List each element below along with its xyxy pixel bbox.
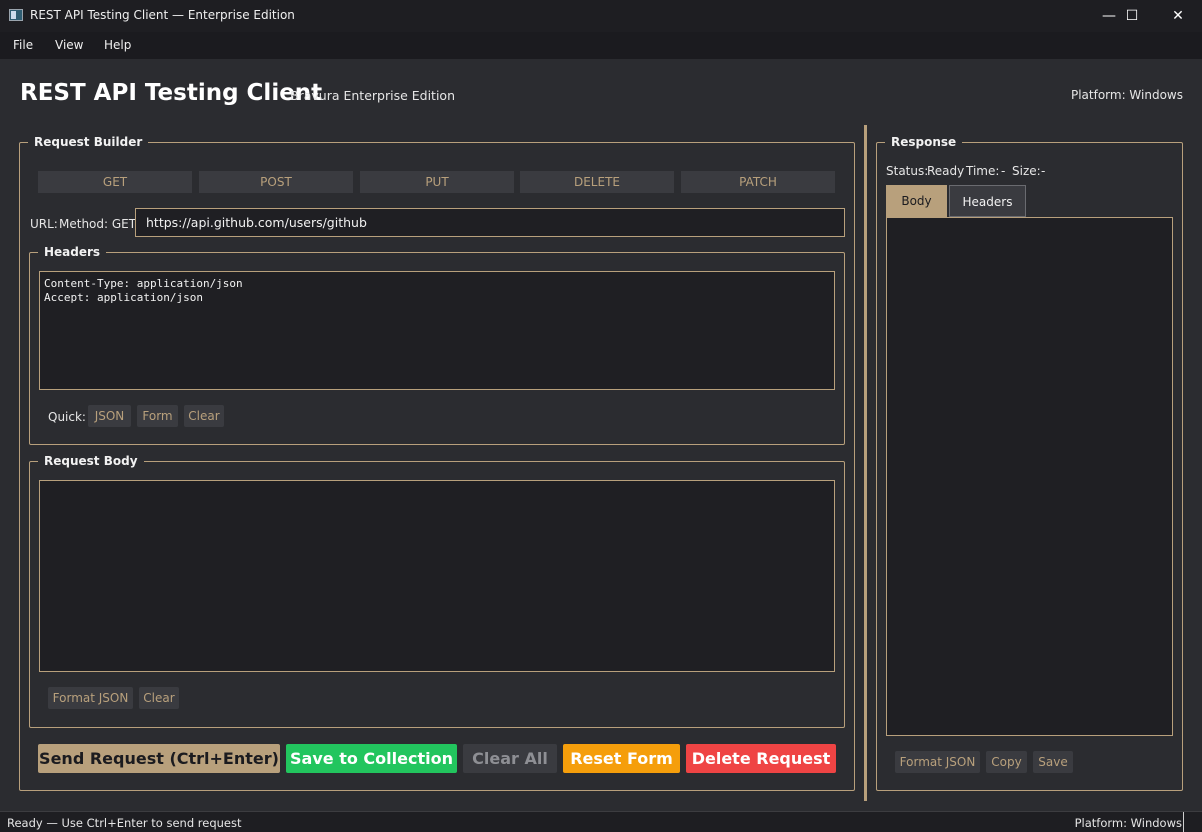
quick-json-button[interactable]: JSON: [88, 405, 131, 427]
header-line: Content-Type: application/json: [44, 277, 243, 290]
save-to-collection-button[interactable]: Save to Collection: [286, 744, 457, 773]
quick-form-button[interactable]: Form: [137, 405, 178, 427]
app-subtitle: Bravura Enterprise Edition: [290, 88, 455, 103]
delete-request-button[interactable]: Delete Request: [686, 744, 836, 773]
url-input[interactable]: https://api.github.com/users/github: [135, 208, 845, 237]
status-message: Ready — Use Ctrl+Enter to send request: [7, 816, 242, 830]
quick-clear-button[interactable]: Clear: [184, 405, 224, 427]
size-value: -: [1041, 164, 1046, 178]
request-builder-legend: Request Builder: [34, 135, 143, 149]
size-label: Size:: [1012, 164, 1041, 178]
method-delete-button[interactable]: DELETE: [520, 171, 674, 193]
status-value: Ready: [927, 164, 965, 178]
app-title: REST API Testing Client: [20, 80, 323, 106]
panel-splitter[interactable]: [864, 125, 867, 801]
time-label: Time:: [966, 164, 1000, 178]
title-bar: REST API Testing Client — Enterprise Edi…: [0, 0, 1202, 32]
method-put-button[interactable]: PUT: [360, 171, 514, 193]
clear-all-button[interactable]: Clear All: [463, 744, 557, 773]
menu-bar: File View Help: [0, 32, 1202, 59]
headers-textarea[interactable]: Content-Type: application/json Accept: a…: [39, 271, 835, 390]
response-body-area[interactable]: [886, 217, 1173, 736]
format-json-button[interactable]: Format JSON: [48, 687, 133, 709]
close-icon[interactable]: ✕: [1155, 0, 1201, 32]
url-label: URL:: [30, 217, 58, 231]
header-line: Accept: application/json: [44, 291, 203, 304]
app-icon: [9, 9, 23, 21]
response-save-button[interactable]: Save: [1033, 751, 1073, 773]
menu-help[interactable]: Help: [104, 38, 131, 52]
tab-headers[interactable]: Headers: [949, 185, 1026, 217]
request-body-textarea[interactable]: [39, 480, 835, 672]
time-value: -: [1001, 164, 1006, 178]
platform-label: Platform: Windows: [1070, 88, 1183, 102]
quick-label: Quick:: [48, 410, 86, 424]
reset-form-button[interactable]: Reset Form: [563, 744, 680, 773]
status-platform: Platform: Windows: [1074, 816, 1182, 830]
menu-file[interactable]: File: [13, 38, 33, 52]
window-title: REST API Testing Client — Enterprise Edi…: [30, 8, 295, 22]
response-legend: Response: [891, 135, 957, 149]
status-bar: Ready — Use Ctrl+Enter to send request P…: [0, 811, 1202, 832]
body-clear-button[interactable]: Clear: [139, 687, 179, 709]
method-post-button[interactable]: POST: [199, 171, 353, 193]
response-copy-button[interactable]: Copy: [986, 751, 1027, 773]
method-label: Method: GET: [59, 217, 137, 231]
size-grip[interactable]: [1183, 812, 1184, 832]
response-format-json-button[interactable]: Format JSON: [895, 751, 980, 773]
tab-body[interactable]: Body: [886, 185, 947, 217]
method-get-button[interactable]: GET: [38, 171, 192, 193]
method-patch-button[interactable]: PATCH: [681, 171, 835, 193]
menu-view[interactable]: View: [55, 38, 83, 52]
send-request-button[interactable]: Send Request (Ctrl+Enter): [38, 744, 280, 773]
status-label: Status:: [886, 164, 929, 178]
headers-legend: Headers: [44, 245, 101, 259]
request-body-legend: Request Body: [44, 454, 138, 468]
maximize-icon[interactable]: ☐: [1109, 0, 1155, 32]
